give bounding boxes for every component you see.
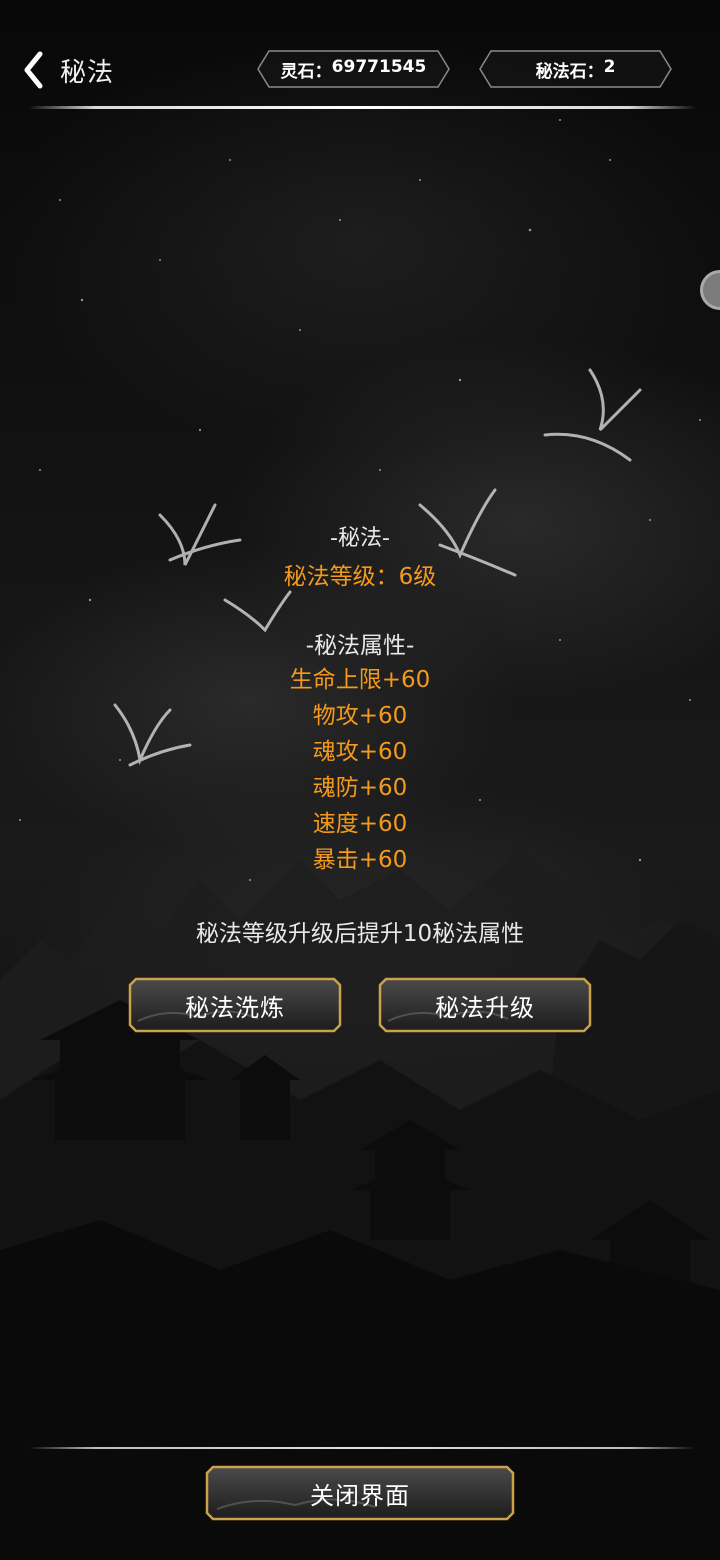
- upgrade-button[interactable]: 秘法升级: [378, 977, 592, 1033]
- secret-stone-counter: 秘法石： 2: [479, 50, 672, 88]
- attribute-item: 魂攻+60: [312, 739, 408, 765]
- section-title: -秘法-: [330, 526, 390, 551]
- chevron-left-icon: [24, 51, 43, 89]
- header-divider: [28, 106, 696, 109]
- close-button-label: 关闭界面: [310, 1481, 410, 1510]
- close-button[interactable]: 关闭界面: [205, 1465, 515, 1521]
- attribute-item: 物攻+60: [312, 703, 408, 729]
- upgrade-tip: 秘法等级升级后提升10秘法属性: [195, 921, 525, 947]
- footer-divider: [28, 1447, 696, 1449]
- attributes-list: 生命上限+60 物攻+60 魂攻+60 魂防+60 速度+60 暴击+60: [0, 662, 720, 878]
- secret-level-text: 秘法等级：6级: [283, 564, 437, 590]
- refine-button-label: 秘法洗炼: [185, 993, 285, 1022]
- attribute-item: 暴击+60: [312, 847, 408, 873]
- attribute-item: 魂防+60: [312, 775, 408, 801]
- back-button[interactable]: [18, 48, 48, 92]
- page-title: 秘法: [60, 58, 115, 88]
- upgrade-button-label: 秘法升级: [435, 993, 535, 1022]
- spirit-stone-counter: 灵石： 69771545: [257, 50, 450, 88]
- spirit-stone-label: 灵石：: [280, 61, 332, 82]
- secret-stone-label: 秘法石：: [535, 61, 604, 82]
- refine-button[interactable]: 秘法洗炼: [128, 977, 342, 1033]
- spirit-stone-value: 69771545: [331, 56, 427, 77]
- screen: 秘法 灵石： 69771545 秘法石： 2 -秘法- 秘法等级：6级 -秘法属…: [0, 0, 720, 1560]
- attribute-item: 速度+60: [312, 811, 408, 837]
- attributes-title: -秘法属性-: [305, 633, 415, 659]
- secret-stone-value: 2: [603, 56, 616, 77]
- attribute-item: 生命上限+60: [289, 667, 431, 693]
